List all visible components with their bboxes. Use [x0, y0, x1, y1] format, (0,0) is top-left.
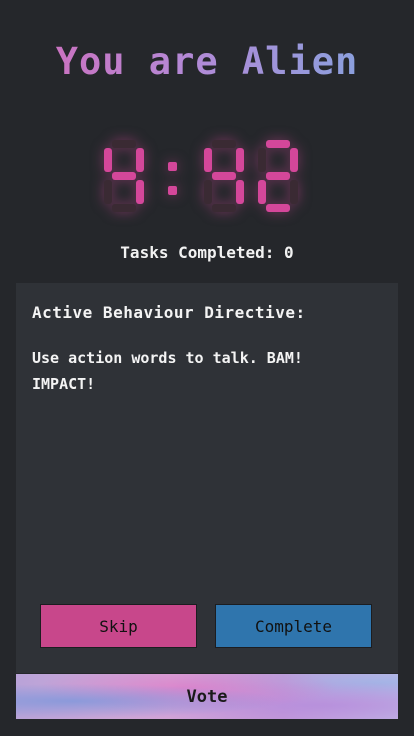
digit-segment — [136, 180, 144, 204]
digit-segment — [266, 172, 290, 180]
timer-display — [104, 140, 298, 212]
digit-segment — [112, 140, 136, 148]
digit-segment — [266, 140, 290, 148]
timer-colon-dot — [168, 162, 177, 171]
digit-segment — [236, 180, 244, 204]
digit-segment — [104, 148, 112, 172]
digit-segment — [290, 148, 298, 172]
digit-segment — [112, 172, 136, 180]
digit-segment — [204, 148, 212, 172]
skip-button[interactable]: Skip — [40, 604, 197, 648]
timer-digit — [104, 140, 144, 212]
digit-segment — [136, 148, 144, 172]
timer-digit — [204, 140, 244, 212]
digit-segment — [212, 172, 236, 180]
tasks-completed: Tasks Completed: 0 — [120, 243, 294, 262]
directive-card: Active Behaviour Directive: Use action w… — [16, 283, 398, 673]
role-title: You are Alien — [0, 40, 414, 83]
countdown-timer — [0, 128, 414, 228]
timer-colon-dot — [168, 186, 177, 195]
digit-segment — [212, 204, 236, 212]
complete-button[interactable]: Complete — [215, 604, 372, 648]
vote-button[interactable]: Vote — [16, 674, 398, 719]
digit-segment — [104, 180, 112, 204]
digit-segment — [258, 180, 266, 204]
digit-segment — [258, 148, 266, 172]
digit-segment — [236, 148, 244, 172]
game-screen: You are Alien Tasks Completed: 0 Active … — [0, 0, 414, 736]
digit-segment — [204, 180, 212, 204]
timer-digit — [258, 140, 298, 212]
digit-segment — [290, 180, 298, 204]
digit-segment — [266, 204, 290, 212]
digit-segment — [212, 140, 236, 148]
directive-title: Active Behaviour Directive: — [32, 303, 306, 322]
digit-segment — [112, 204, 136, 212]
directive-text: Use action words to talk. BAM! IMPACT! — [32, 349, 303, 393]
